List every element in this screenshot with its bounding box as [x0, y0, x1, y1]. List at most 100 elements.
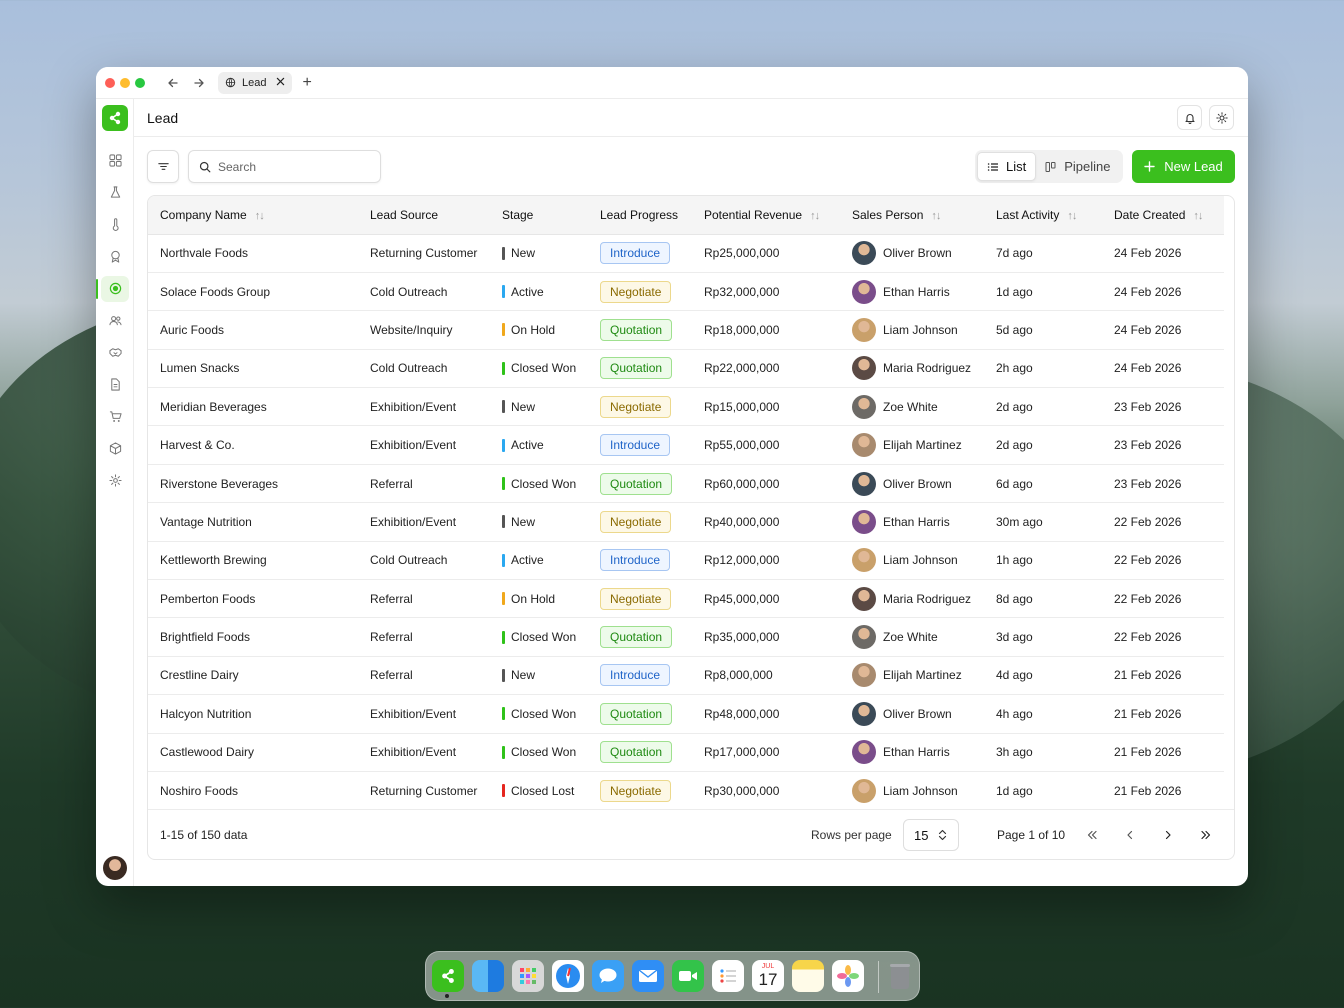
- dock-app-crm-icon[interactable]: [432, 960, 464, 992]
- last-activity-cell: 3h ago: [996, 745, 1033, 760]
- thermometer-icon[interactable]: [107, 216, 123, 232]
- sales-person-cell: Oliver Brown: [840, 464, 984, 502]
- column-header-company[interactable]: Company Name ↑↓: [148, 196, 358, 235]
- dock-photos-icon[interactable]: [832, 960, 864, 992]
- document-icon[interactable]: [107, 376, 123, 392]
- next-page-icon[interactable]: [1158, 825, 1178, 845]
- app-logo[interactable]: [102, 105, 128, 131]
- minimize-window-button[interactable]: [120, 77, 130, 88]
- last-page-icon[interactable]: [1196, 825, 1216, 845]
- box-icon[interactable]: [107, 440, 123, 456]
- settings-icon[interactable]: [107, 472, 123, 488]
- leads-icon[interactable]: [107, 280, 123, 296]
- dock-notes-icon[interactable]: [792, 960, 824, 992]
- previous-page-icon[interactable]: [1120, 825, 1140, 845]
- table-row[interactable]: Crestline Dairy Referral New Introduce Rp8,0…: [148, 656, 1224, 695]
- filter-button[interactable]: [147, 150, 179, 183]
- table-row[interactable]: Brightfield Foods Referral Closed Won Quota…: [148, 618, 1224, 657]
- dock-trash-icon[interactable]: [884, 960, 916, 992]
- page-info: Page 1 of 10: [997, 827, 1066, 842]
- table-row[interactable]: Vantage Nutrition Exhibition/Event New Nego…: [148, 503, 1224, 542]
- sort-icon[interactable]: ↑↓: [810, 210, 820, 222]
- close-window-button[interactable]: [105, 77, 115, 88]
- date-created-cell: 23 Feb 2026: [1114, 438, 1182, 453]
- sales-person-cell: Zoe White: [840, 618, 984, 656]
- handshake-icon[interactable]: [107, 344, 123, 360]
- rows-per-page-select[interactable]: 15: [903, 819, 959, 851]
- potential-revenue-cell: Rp8,000,000: [704, 668, 773, 683]
- sales-person-cell: Ethan Harris: [840, 733, 984, 771]
- date-created-cell: 22 Feb 2026: [1114, 630, 1182, 645]
- maximize-window-button[interactable]: [135, 77, 145, 88]
- table-row[interactable]: Solace Foods Group Cold Outreach Active Neg…: [148, 272, 1224, 311]
- table-row[interactable]: Meridian Beverages Exhibition/Event New Neg…: [148, 388, 1224, 426]
- progress-badge: Quotation: [600, 472, 673, 495]
- sales-person-name: Ethan Harris: [883, 284, 950, 299]
- table-row[interactable]: Castlewood Dairy Exhibition/Event Closed W…: [148, 733, 1224, 772]
- theme-toggle-button[interactable]: [1209, 105, 1234, 130]
- table-row[interactable]: Kettleworth Brewing Cold Outreach Active In…: [148, 541, 1224, 580]
- table-row[interactable]: Harvest & Co. Exhibition/Event Active Intro…: [148, 426, 1224, 465]
- badge-icon[interactable]: [107, 248, 123, 264]
- cart-icon[interactable]: [107, 408, 123, 424]
- sort-icon[interactable]: ↑↓: [1193, 210, 1203, 222]
- last-activity-cell: 3d ago: [996, 630, 1033, 645]
- table-row[interactable]: Noshiro Foods Returning Customer Closed Lo…: [148, 771, 1224, 810]
- dock-launchpad-icon[interactable]: [512, 960, 544, 992]
- browser-tab[interactable]: Lead: [218, 71, 293, 94]
- dock-reminders-icon[interactable]: [712, 960, 744, 992]
- potential-revenue-cell: Rp60,000,000: [704, 476, 780, 491]
- sort-icon[interactable]: ↑↓: [1067, 210, 1077, 222]
- back-arrow-icon[interactable]: [162, 72, 184, 94]
- notification-bell-button[interactable]: [1177, 105, 1202, 130]
- stage-label: New: [511, 514, 536, 529]
- sales-person-cell: Liam Johnson: [840, 771, 984, 809]
- dock-facetime-icon[interactable]: [672, 960, 704, 992]
- search-input[interactable]: [218, 159, 368, 174]
- list-view-button[interactable]: List: [977, 152, 1037, 181]
- list-icon: [987, 162, 998, 171]
- column-header-potential-revenue[interactable]: Potential Revenue ↑↓: [692, 196, 840, 235]
- stage-label: Closed Lost: [511, 783, 575, 798]
- table-row[interactable]: Auric Foods Website/Inquiry On Hold Quotati…: [148, 311, 1224, 350]
- dock-mail-icon[interactable]: [632, 960, 664, 992]
- column-header-sales-person[interactable]: Sales Person ↑↓: [840, 196, 984, 235]
- pipeline-view-button[interactable]: Pipeline: [1036, 152, 1119, 181]
- column-header-date-created[interactable]: Date Created ↑↓: [1102, 196, 1224, 235]
- table-row[interactable]: Riverstone Beverages Referral Closed Won Qu…: [148, 464, 1224, 503]
- new-tab-plus-icon[interactable]: +: [302, 74, 311, 92]
- users-icon[interactable]: [107, 312, 123, 328]
- forward-arrow-icon[interactable]: [188, 72, 210, 94]
- last-activity-cell: 1d ago: [996, 284, 1033, 299]
- progress-badge: Quotation: [600, 626, 673, 649]
- flask-icon[interactable]: [107, 184, 123, 200]
- sort-icon[interactable]: ↑↓: [255, 210, 265, 222]
- grid-icon[interactable]: [107, 152, 123, 168]
- last-activity-cell: 2d ago: [996, 399, 1033, 414]
- sales-person-name: Liam Johnson: [883, 783, 958, 798]
- table-footer: 1-15 of 150 data Rows per page 15 Page 1…: [148, 809, 1234, 859]
- sort-icon[interactable]: ↑↓: [931, 210, 941, 222]
- new-lead-button[interactable]: New Lead: [1132, 150, 1235, 183]
- company-name-cell: Lumen Snacks: [160, 361, 240, 376]
- company-name-cell: Brightfield Foods: [160, 630, 251, 645]
- dock-calendar-icon[interactable]: JUL 17: [752, 960, 784, 992]
- table-row[interactable]: Lumen Snacks Cold Outreach Closed Won Quota…: [148, 349, 1224, 388]
- column-header-stage: Stage: [490, 196, 588, 235]
- tab-close-icon[interactable]: [276, 77, 285, 89]
- dock-safari-icon[interactable]: [552, 960, 584, 992]
- table-row[interactable]: Pemberton Foods Referral On Hold Negotiate R…: [148, 580, 1224, 618]
- first-page-icon[interactable]: [1082, 825, 1102, 845]
- dock-finder-icon[interactable]: [472, 960, 504, 992]
- dock-messages-icon[interactable]: [592, 960, 624, 992]
- stage-indicator: [502, 323, 505, 337]
- table-row[interactable]: Halcyon Nutrition Exhibition/Event Closed …: [148, 695, 1224, 734]
- column-header-last-activity[interactable]: Last Activity ↑↓: [984, 196, 1102, 235]
- table-row[interactable]: Northvale Foods Returning Customer New Intr…: [148, 234, 1224, 273]
- stage-cell: Active: [490, 426, 588, 464]
- date-created-cell: 23 Feb 2026: [1114, 476, 1182, 491]
- lead-progress-cell: Quotation: [588, 464, 692, 502]
- sun-icon: [1215, 111, 1228, 124]
- user-avatar[interactable]: [103, 856, 127, 880]
- search-box[interactable]: [188, 150, 381, 183]
